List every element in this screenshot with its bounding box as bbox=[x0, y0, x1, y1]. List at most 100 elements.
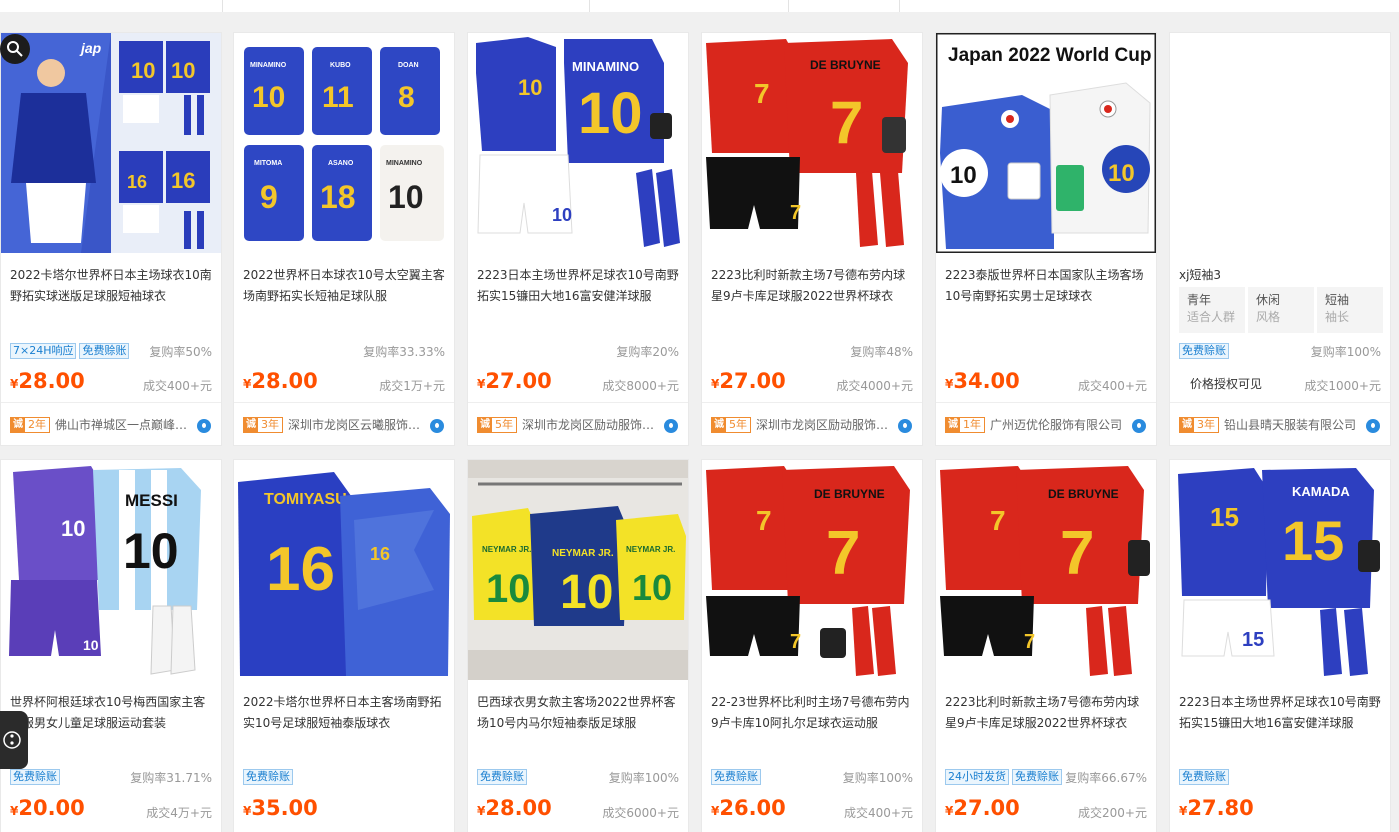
price-authorized-note: 价格授权可见 bbox=[1190, 377, 1263, 391]
product-price: ¥27.80 bbox=[1179, 796, 1254, 820]
image-search-button[interactable] bbox=[0, 34, 30, 64]
svg-text:TOMIYASU: TOMIYASU bbox=[264, 491, 347, 508]
product-image[interactable]: 7 DE BRUYNE 7 7 bbox=[702, 460, 922, 680]
product-title[interactable]: 2022世界杯日本球衣10号太空翼主客场南野拓实长短袖足球队服 bbox=[243, 265, 447, 309]
shop-name[interactable]: 深圳市龙岗区励动服饰商行 bbox=[522, 417, 658, 434]
product-image[interactable]: 7 DE BRUYNE 7 7 bbox=[936, 460, 1156, 680]
svg-text:ASANO: ASANO bbox=[328, 160, 354, 167]
side-share-button[interactable] bbox=[0, 711, 28, 769]
product-card[interactable]: NEYMAR JR. 10 NEYMAR JR. 10 NEYMAR JR. 1… bbox=[467, 459, 689, 832]
attribute-item: 休闲 风格 bbox=[1248, 287, 1314, 333]
product-image[interactable] bbox=[1170, 33, 1390, 253]
shop-name[interactable]: 广州迈优伦服饰有限公司 bbox=[990, 417, 1126, 434]
product-title[interactable]: 世界杯阿根廷球衣10号梅西国家主客队服男女儿童足球服运动套装 bbox=[10, 692, 214, 736]
wangwang-icon[interactable] bbox=[1366, 419, 1380, 433]
shop-name[interactable]: 铅山县晴天服装有限公司 bbox=[1224, 417, 1360, 434]
product-card[interactable]: 10 10 MESSI 10 世界杯阿根廷球衣10号梅西国家主客队服男女儿童足球… bbox=[0, 459, 222, 832]
product-title[interactable]: 2223比利时新款主场7号德布劳内球星9卢卡库足球服2022世界杯球衣 bbox=[945, 692, 1149, 736]
svg-text:10: 10 bbox=[578, 81, 643, 146]
svg-text:7: 7 bbox=[756, 505, 772, 536]
product-card[interactable]: 15 KAMADA 15 15 2223日本主场世界杯足球衣10号南野拓实15镰… bbox=[1169, 459, 1391, 832]
product-card[interactable]: xj短袖3 青年 适合人群 休闲 风格 短袖 袖长 免费赊账 复购率100% 价格授权… bbox=[1169, 32, 1391, 446]
product-card[interactable]: 7 DE BRUYNE 7 7 22-23世界杯比利时主场7号德布劳内9卢卡库1… bbox=[701, 459, 923, 832]
product-title[interactable]: 巴西球衣男女款主客场2022世界杯客场10号内马尔短袖泰版足球服 bbox=[477, 692, 681, 736]
svg-text:10: 10 bbox=[486, 567, 531, 611]
service-tags: 24小时发货 免费赊账 bbox=[945, 769, 1062, 785]
product-title[interactable]: 2022卡塔尔世界杯日本主场球衣10南野拓实球迷版足球服短袖球衣 bbox=[10, 265, 214, 309]
shop-info: 诚 1年 广州迈优伦服饰有限公司 bbox=[936, 402, 1156, 445]
product-title[interactable]: 2223比利时新款主场7号德布劳内球星9卢卡库足球服2022世界杯球衣 bbox=[711, 265, 915, 309]
svg-text:16: 16 bbox=[266, 535, 335, 604]
product-title[interactable]: 2022卡塔尔世界杯日本主客场南野拓实10号足球服短袖泰版球衣 bbox=[243, 692, 447, 736]
product-image[interactable]: 7 DE BRUYNE 7 7 bbox=[702, 33, 922, 253]
shop-name[interactable]: 深圳市龙岗区励动服饰商行 bbox=[756, 417, 892, 434]
svg-text:10: 10 bbox=[560, 566, 613, 619]
product-price: ¥28.00 bbox=[10, 369, 85, 393]
repurchase-rate: 复购率48% bbox=[850, 345, 913, 359]
svg-text:KAMADA: KAMADA bbox=[1292, 484, 1350, 499]
svg-text:15: 15 bbox=[1282, 509, 1344, 572]
product-card[interactable]: MINAMINO 10 KUBO 11 DOAN 8 MITOMA 9 ASAN… bbox=[233, 32, 455, 446]
product-image[interactable]: jap 10 10 16 16 bbox=[1, 33, 221, 253]
svg-text:9: 9 bbox=[260, 179, 278, 215]
years-badge: 诚 2年 bbox=[10, 417, 50, 433]
product-title[interactable]: 2223泰版世界杯日本国家队主场客场10号南野拓实男士足球球衣 bbox=[945, 265, 1149, 309]
product-title[interactable]: 2223日本主场世界杯足球衣10号南野拓实15镰田大地16富安健洋球服 bbox=[1179, 692, 1383, 736]
wangwang-icon[interactable] bbox=[664, 419, 678, 433]
shop-name[interactable]: 佛山市禅城区一点巅峰服饰商行 bbox=[55, 417, 191, 434]
product-title[interactable]: 22-23世界杯比利时主场7号德布劳内9卢卡库10阿扎尔足球衣运动服 bbox=[711, 692, 915, 736]
product-price: ¥34.00 bbox=[945, 369, 1020, 393]
svg-text:7: 7 bbox=[790, 202, 801, 224]
svg-text:DE BRUYNE: DE BRUYNE bbox=[814, 487, 885, 501]
product-image[interactable]: TOMIYASU 16 16 bbox=[234, 460, 454, 680]
repurchase-rate: 复购率100% bbox=[1310, 345, 1381, 359]
product-card[interactable]: TOMIYASU 16 16 2022卡塔尔世界杯日本主客场南野拓实10号足球服… bbox=[233, 459, 455, 832]
wangwang-icon[interactable] bbox=[1132, 419, 1146, 433]
svg-text:7: 7 bbox=[1024, 631, 1035, 653]
deal-volume: 成交1000+元 bbox=[1304, 379, 1381, 393]
product-price: ¥26.00 bbox=[711, 796, 786, 820]
repurchase-rate: 复购率50% bbox=[149, 345, 212, 359]
wangwang-icon[interactable] bbox=[197, 419, 211, 433]
shop-name[interactable]: 深圳市龙岗区云曦服饰商行 bbox=[288, 417, 424, 434]
years-badge: 诚 5年 bbox=[477, 417, 517, 433]
deal-volume: 成交200+元 bbox=[1078, 806, 1147, 820]
product-card[interactable]: 10 MINAMINO 10 10 2223日本主场世界杯足球衣10号南野拓实1… bbox=[467, 32, 689, 446]
product-image[interactable]: 15 KAMADA 15 15 bbox=[1170, 460, 1390, 680]
product-card[interactable]: Japan 2022 World Cup 10 10 2223泰版世界杯日本国家… bbox=[935, 32, 1157, 446]
service-tags: 免费赊账 bbox=[243, 769, 293, 785]
service-tag: 7×24H响应 bbox=[10, 343, 77, 359]
wangwang-icon[interactable] bbox=[898, 419, 912, 433]
product-image[interactable]: 10 MINAMINO 10 10 bbox=[468, 33, 688, 253]
shop-info: 诚2年 佛山市禅城区一点巅峰服饰商行 bbox=[1, 402, 221, 445]
product-image[interactable]: MINAMINO 10 KUBO 11 DOAN 8 MITOMA 9 ASAN… bbox=[234, 33, 454, 253]
wangwang-icon[interactable] bbox=[430, 419, 444, 433]
product-image[interactable]: Japan 2022 World Cup 10 10 bbox=[936, 33, 1156, 253]
shop-info: 诚 5年 深圳市龙岗区励动服饰商行 bbox=[468, 402, 688, 445]
svg-text:11: 11 bbox=[322, 81, 354, 114]
share-icon bbox=[3, 731, 21, 749]
svg-text:10: 10 bbox=[61, 516, 85, 541]
svg-text:18: 18 bbox=[320, 179, 356, 215]
product-image[interactable]: 10 10 MESSI 10 bbox=[1, 460, 221, 680]
svg-text:DOAN: DOAN bbox=[398, 62, 419, 69]
product-card[interactable]: 7 DE BRUYNE 7 7 2223比利时新款主场7号德布劳内球星9卢卡库足… bbox=[935, 459, 1157, 832]
service-tag: 免费赊账 bbox=[711, 769, 761, 785]
product-title[interactable]: 2223日本主场世界杯足球衣10号南野拓实15镰田大地16富安健洋球服 bbox=[477, 265, 681, 309]
attribute-item: 青年 适合人群 bbox=[1179, 287, 1245, 333]
svg-text:10: 10 bbox=[123, 523, 179, 579]
product-card[interactable]: jap 10 10 16 16 2022卡塔尔世界杯日本主场球衣10南野拓实球迷… bbox=[0, 32, 222, 446]
svg-text:Japan 2022 World Cup: Japan 2022 World Cup bbox=[948, 45, 1151, 66]
service-tag: 免费赊账 bbox=[10, 769, 60, 785]
attribute-item: 短袖 袖长 bbox=[1317, 287, 1383, 333]
svg-text:10: 10 bbox=[632, 567, 672, 608]
svg-text:MITOMA: MITOMA bbox=[254, 160, 282, 167]
product-card[interactable]: 7 DE BRUYNE 7 7 2223比利时新款主场7号德布劳内球星9卢卡库足… bbox=[701, 32, 923, 446]
svg-text:15: 15 bbox=[1210, 502, 1239, 532]
top-filter-bar bbox=[0, 0, 1399, 12]
product-image[interactable]: NEYMAR JR. 10 NEYMAR JR. 10 NEYMAR JR. 1… bbox=[468, 460, 688, 680]
svg-text:10: 10 bbox=[252, 81, 285, 114]
svg-text:10: 10 bbox=[1108, 160, 1135, 187]
years-badge: 诚 3年 bbox=[243, 417, 283, 433]
deal-volume: 成交4万+元 bbox=[146, 806, 212, 820]
